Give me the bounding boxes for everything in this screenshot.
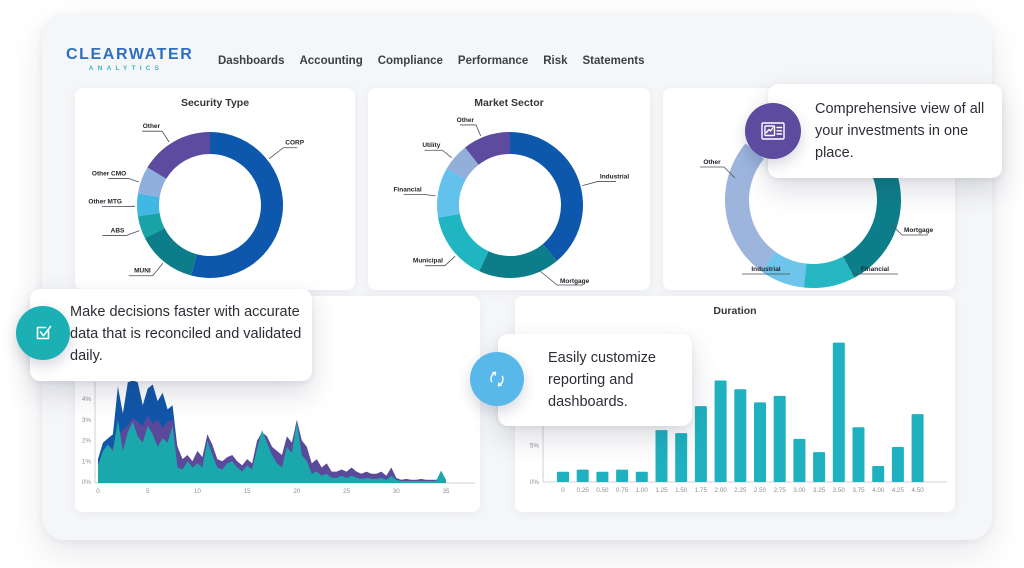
svg-text:3.50: 3.50 — [833, 487, 846, 494]
svg-text:20: 20 — [293, 488, 301, 495]
nav-item-dashboards[interactable]: Dashboards — [218, 55, 284, 67]
svg-text:15: 15 — [244, 488, 252, 495]
svg-text:Other: Other — [143, 123, 161, 130]
svg-text:5%: 5% — [530, 443, 540, 450]
svg-text:4.50: 4.50 — [911, 487, 924, 494]
svg-text:Mortgage: Mortgage — [560, 278, 590, 285]
callout-text: Make decisions faster with accurate data… — [70, 304, 302, 364]
svg-text:30: 30 — [393, 488, 401, 495]
nav-item-risk[interactable]: Risk — [543, 55, 567, 67]
main-nav: Dashboards Accounting Compliance Performanc… — [218, 55, 645, 67]
svg-text:Other MTG: Other MTG — [88, 199, 122, 206]
svg-text:Other: Other — [457, 117, 475, 124]
svg-text:0.25: 0.25 — [577, 487, 590, 494]
svg-text:4.00: 4.00 — [872, 487, 885, 494]
svg-text:2.25: 2.25 — [734, 487, 747, 494]
svg-text:0: 0 — [561, 487, 565, 494]
svg-text:Municipal: Municipal — [413, 258, 443, 265]
clearwater-dashboard-page: CLEARWATER ANALYTICS Dashboards Accountin… — [0, 0, 1024, 568]
svg-text:0.75: 0.75 — [616, 487, 629, 494]
svg-text:0: 0 — [96, 488, 100, 495]
svg-text:Industrial: Industrial — [600, 173, 629, 180]
nav-item-accounting[interactable]: Accounting — [299, 55, 362, 67]
callout-text: Easily customize reporting and dashboard… — [548, 350, 656, 410]
svg-text:1.00: 1.00 — [636, 487, 649, 494]
svg-text:4.25: 4.25 — [892, 487, 905, 494]
svg-text:MUNI: MUNI — [134, 268, 151, 275]
svg-text:Industrial: Industrial — [751, 266, 780, 273]
svg-text:4%: 4% — [82, 396, 92, 403]
svg-text:2%: 2% — [82, 438, 92, 445]
nav-item-compliance[interactable]: Compliance — [378, 55, 443, 67]
report-icon — [745, 103, 801, 159]
svg-text:1%: 1% — [82, 458, 92, 465]
svg-text:2.50: 2.50 — [754, 487, 767, 494]
svg-text:ABS: ABS — [111, 227, 125, 234]
market-sector-donut-chart: Industrial Mortgage Municipal Financial Util… — [393, 117, 629, 286]
svg-text:Other: Other — [703, 159, 721, 166]
checkbox-icon — [16, 306, 70, 360]
callout-text: Comprehensive view of all your investmen… — [815, 101, 985, 161]
svg-text:Utility: Utility — [422, 142, 440, 149]
svg-text:2.00: 2.00 — [714, 487, 727, 494]
svg-text:10: 10 — [194, 488, 202, 495]
svg-text:1.25: 1.25 — [655, 487, 668, 494]
chart-card-market-sector: Market Sector Industrial Mortgage Municipa… — [368, 88, 650, 290]
brand-logo[interactable]: CLEARWATER ANALYTICS — [66, 46, 194, 72]
sync-icon — [470, 352, 524, 406]
brand-name: CLEARWATER — [66, 46, 194, 63]
svg-text:5: 5 — [146, 488, 150, 495]
svg-text:Financial: Financial — [861, 266, 889, 273]
svg-text:0.50: 0.50 — [596, 487, 609, 494]
nav-item-statements[interactable]: Statements — [583, 55, 645, 67]
callout-easily-customize: Easily customize reporting and dashboard… — [498, 334, 692, 426]
svg-text:2.75: 2.75 — [774, 487, 787, 494]
nav-item-performance[interactable]: Performance — [458, 55, 528, 67]
security-type-donut-chart: CORP MUNI ABS Other MTG Other CMO Other — [88, 123, 305, 278]
svg-text:CORP: CORP — [285, 140, 304, 147]
svg-text:0%: 0% — [530, 479, 540, 486]
svg-text:Other CMO: Other CMO — [92, 170, 126, 177]
svg-text:3.25: 3.25 — [813, 487, 826, 494]
chart-card-security-type: Security Type CORP MUNI ABS Other MTG Other … — [75, 88, 355, 290]
svg-text:3%: 3% — [82, 417, 92, 424]
svg-text:1.75: 1.75 — [695, 487, 708, 494]
svg-text:Mortgage: Mortgage — [904, 227, 934, 234]
svg-text:3.75: 3.75 — [852, 487, 865, 494]
svg-text:25: 25 — [343, 488, 351, 495]
brand-tagline: ANALYTICS — [88, 65, 164, 72]
callout-make-decisions: Make decisions faster with accurate data… — [30, 289, 312, 381]
svg-text:1.50: 1.50 — [675, 487, 688, 494]
callout-comprehensive-view: Comprehensive view of all your investmen… — [768, 84, 1002, 178]
svg-text:35: 35 — [442, 488, 450, 495]
svg-text:3.00: 3.00 — [793, 487, 806, 494]
svg-text:0%: 0% — [82, 479, 92, 486]
svg-text:Financial: Financial — [393, 186, 421, 193]
